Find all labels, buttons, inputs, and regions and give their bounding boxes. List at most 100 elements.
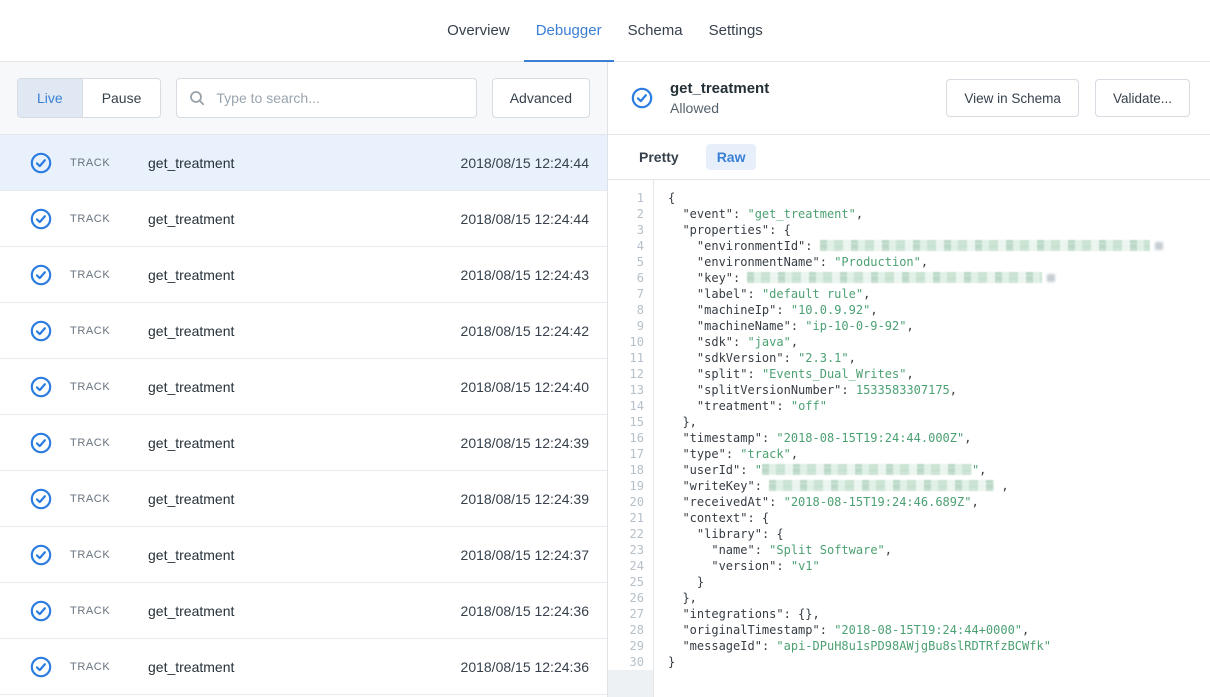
debugger-app: Overview Debugger Schema Settings Live P… <box>0 0 1210 697</box>
code-segment: : <box>762 639 776 653</box>
event-row[interactable]: TRACK get_treatment 2018/08/15 12:24:44 <box>0 135 607 191</box>
code-line: "userId": "", <box>668 462 1210 478</box>
tab-schema[interactable]: Schema <box>625 0 686 61</box>
advanced-button[interactable]: Advanced <box>492 78 590 118</box>
code-segment: "machineName" <box>697 319 791 333</box>
code-segment: : <box>769 495 783 509</box>
code-segment <box>668 623 682 637</box>
event-type: TRACK <box>70 157 148 169</box>
event-row[interactable]: TRACK get_treatment 2018/08/15 12:24:39 <box>0 415 607 471</box>
event-row[interactable]: TRACK get_treatment 2018/08/15 12:24:40 <box>0 359 607 415</box>
code-segment: }, <box>668 591 697 605</box>
code-segment <box>668 399 697 413</box>
code-line: }, <box>668 590 1210 606</box>
track-check-icon <box>30 152 52 174</box>
event-row[interactable]: TRACK get_treatment 2018/08/15 12:24:43 <box>0 247 607 303</box>
code-segment: "2018-08-15T19:24:44.000Z" <box>776 431 964 445</box>
line-number: 14 <box>608 398 653 414</box>
code-segment: "java" <box>747 335 790 349</box>
code-segment: { <box>668 191 675 205</box>
json-code[interactable]: { "event": "get_treatment", "properties"… <box>654 180 1210 697</box>
event-type: TRACK <box>70 269 148 281</box>
event-row[interactable]: TRACK get_treatment 2018/08/15 12:24:39 <box>0 471 607 527</box>
code-segment: 1533583307175 <box>856 383 950 397</box>
code-segment: }, <box>668 415 697 429</box>
redacted-tail <box>1155 242 1163 250</box>
status-label: Allowed <box>670 100 769 116</box>
search-box[interactable] <box>176 78 476 118</box>
validate-button[interactable]: Validate... <box>1095 79 1190 117</box>
event-type: TRACK <box>70 493 148 505</box>
line-number: 17 <box>608 446 653 462</box>
tab-settings[interactable]: Settings <box>706 0 766 61</box>
code-segment: "event" <box>682 207 733 221</box>
detail-header: get_treatment Allowed View in Schema Val… <box>608 62 1210 135</box>
line-number: 9 <box>608 318 653 334</box>
search-icon <box>189 90 205 106</box>
code-segment: "sdk" <box>697 335 733 349</box>
line-number: 1 <box>608 190 653 206</box>
code-segment: , <box>870 303 877 317</box>
code-segment: : <box>805 239 819 253</box>
code-segment: : <box>726 447 740 461</box>
code-line: "split": "Events_Dual_Writes", <box>668 366 1210 382</box>
line-number: 2 <box>608 206 653 222</box>
tab-raw[interactable]: Raw <box>706 144 757 170</box>
tab-debugger[interactable]: Debugger <box>533 0 605 61</box>
code-line: }, <box>668 414 1210 430</box>
line-number: 11 <box>608 350 653 366</box>
code-line: "event": "get_treatment", <box>668 206 1210 222</box>
code-segment: "context" <box>682 511 747 525</box>
code-segment: , <box>856 207 863 221</box>
redacted-value <box>747 272 1042 283</box>
event-row[interactable]: TRACK get_treatment 2018/08/15 12:24:37 <box>0 527 607 583</box>
allowed-check-icon <box>631 87 653 109</box>
live-button[interactable]: Live <box>18 79 82 117</box>
view-in-schema-button[interactable]: View in Schema <box>946 79 1079 117</box>
code-segment: : <box>784 351 798 365</box>
code-segment: : <box>776 303 790 317</box>
line-number-gutter: 1234567891011121314151617181920212223242… <box>608 180 654 697</box>
event-row[interactable]: TRACK get_treatment 2018/08/15 12:24:36 <box>0 639 607 695</box>
code-segment: "receivedAt" <box>682 495 769 509</box>
line-number: 23 <box>608 542 653 558</box>
code-line: "type": "track", <box>668 446 1210 462</box>
track-check-icon <box>30 208 52 230</box>
line-number: 19 <box>608 478 653 494</box>
code-segment: "machineIp" <box>697 303 776 317</box>
tab-overview[interactable]: Overview <box>444 0 513 61</box>
line-number: 26 <box>608 590 653 606</box>
code-segment <box>668 447 682 461</box>
code-segment: , <box>791 447 798 461</box>
line-number: 13 <box>608 382 653 398</box>
event-name: get_treatment <box>148 267 461 283</box>
code-segment <box>668 463 682 477</box>
event-row[interactable]: TRACK get_treatment 2018/08/15 12:24:36 <box>0 583 607 639</box>
event-row[interactable]: TRACK get_treatment 2018/08/15 12:24:44 <box>0 191 607 247</box>
event-timestamp: 2018/08/15 12:24:44 <box>461 211 589 227</box>
code-segment: "get_treatment" <box>747 207 855 221</box>
redacted-value <box>769 480 994 491</box>
pause-button[interactable]: Pause <box>82 79 161 117</box>
event-name: get_treatment <box>148 155 461 171</box>
code-line: "environmentName": "Production", <box>668 254 1210 270</box>
search-input[interactable] <box>214 89 463 107</box>
tab-pretty[interactable]: Pretty <box>628 144 690 170</box>
track-check-icon <box>30 544 52 566</box>
code-segment: , <box>863 287 870 301</box>
event-name: get_treatment <box>148 323 461 339</box>
event-row[interactable]: TRACK get_treatment 2018/08/15 12:24:42 <box>0 303 607 359</box>
code-line: "key": <box>668 270 1210 286</box>
event-timestamp: 2018/08/15 12:24:44 <box>461 155 589 171</box>
code-segment <box>668 527 697 541</box>
code-segment: "Events_Dual_Writes" <box>762 367 907 381</box>
event-stream-panel: Live Pause Advanced TRACK get_treatment … <box>0 62 608 697</box>
code-segment: "10.0.9.92" <box>791 303 870 317</box>
event-timestamp: 2018/08/15 12:24:40 <box>461 379 589 395</box>
event-name: get_treatment <box>148 547 461 563</box>
code-segment: , <box>791 335 798 349</box>
track-check-icon <box>30 432 52 454</box>
code-segment: , <box>1022 623 1029 637</box>
code-line: "properties": { <box>668 222 1210 238</box>
live-pause-toggle: Live Pause <box>17 78 161 118</box>
